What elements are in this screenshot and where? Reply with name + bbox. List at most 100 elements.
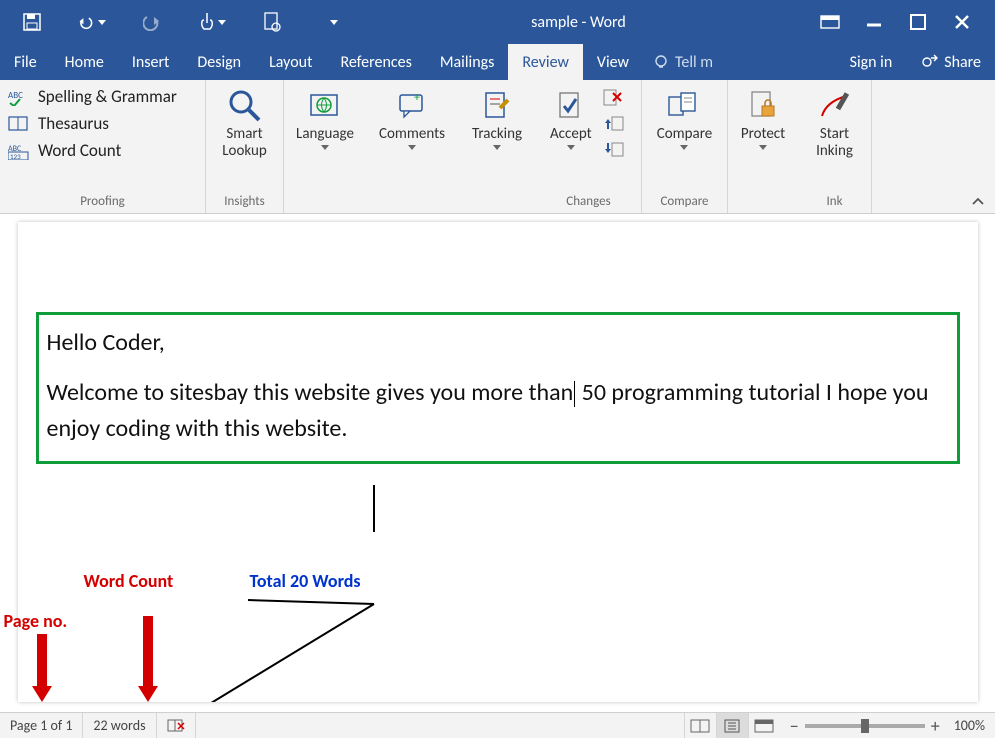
web-layout-button[interactable] [748, 713, 780, 738]
smart-lookup-icon [227, 88, 263, 124]
status-page[interactable]: Page 1 of 1 [0, 713, 83, 738]
redo-icon[interactable] [138, 8, 166, 36]
svg-text:123: 123 [10, 152, 21, 160]
quick-access-toolbar [0, 8, 346, 36]
group-protect: Protect [728, 80, 798, 213]
arrow-word-count [138, 616, 158, 702]
tab-home[interactable]: Home [51, 44, 118, 80]
zoom-in-button[interactable]: + [931, 715, 940, 737]
print-preview-icon[interactable] [258, 8, 286, 36]
next-icon [604, 142, 624, 158]
smart-lookup-button[interactable]: Smart Lookup [216, 84, 273, 161]
qat-customize-icon[interactable] [318, 8, 346, 36]
svg-text:ABC: ABC [8, 90, 23, 101]
reject-icon [603, 89, 623, 107]
thesaurus-label: Thesaurus [38, 113, 109, 134]
document-page[interactable]: Hello Coder, Welcome to sitesbay this we… [18, 222, 978, 702]
collapse-ribbon-button[interactable] [971, 197, 985, 207]
language-icon [309, 91, 341, 121]
comments-label: Comments [379, 126, 445, 143]
inking-label: Start Inking [816, 126, 853, 161]
tracking-label: Tracking [472, 126, 522, 143]
touch-mode-icon[interactable] [198, 8, 226, 36]
sign-in-button[interactable]: Sign in [836, 53, 907, 72]
previous-change-button[interactable] [600, 114, 628, 134]
web-layout-icon [754, 719, 774, 733]
annotation-total-words: Total 20 Words [250, 570, 361, 592]
tab-insert[interactable]: Insert [118, 44, 184, 80]
doc-paragraph[interactable]: Welcome to sitesbay this website gives y… [47, 375, 949, 447]
ribbon-display-icon[interactable] [811, 8, 849, 36]
prev-icon [604, 116, 624, 132]
doc-text-a: Welcome to sitesbay this website gives y… [47, 378, 574, 407]
group-changes: Accept Changes [536, 80, 642, 213]
group-ink: Start Inking Ink [798, 80, 872, 213]
window-title: sample - Word [346, 13, 811, 32]
tab-file[interactable]: File [0, 44, 51, 80]
save-icon[interactable] [18, 8, 46, 36]
title-bar: sample - Word [0, 0, 995, 44]
group-proofing-label: Proofing [8, 192, 197, 211]
spelling-icon: ABC [8, 88, 32, 106]
reject-button[interactable] [600, 88, 628, 108]
compare-button[interactable]: Compare [651, 84, 718, 150]
tracking-button[interactable]: Tracking [466, 84, 528, 150]
protect-button[interactable]: Protect [735, 84, 791, 150]
print-layout-icon [723, 719, 741, 733]
group-insights: Smart Lookup Insights [206, 80, 284, 213]
zoom-controls: − + 100% [780, 715, 995, 737]
language-button[interactable]: Language [290, 84, 360, 150]
group-proofing: ABC Spelling & Grammar Thesaurus ABC123 … [0, 80, 206, 213]
zoom-slider[interactable] [805, 724, 925, 728]
group-ink-label: Ink [806, 192, 863, 211]
window-controls [811, 8, 995, 36]
status-proofing-icon[interactable] [157, 713, 196, 738]
compare-icon [667, 91, 701, 121]
zoom-level[interactable]: 100% [954, 717, 985, 734]
tab-review[interactable]: Review [508, 44, 583, 80]
arrow-page-no [32, 634, 52, 702]
zoom-out-button[interactable]: − [790, 715, 799, 737]
wordcount-label: Word Count [38, 140, 121, 161]
comments-button[interactable]: + Comments [373, 84, 451, 150]
start-inking-button[interactable]: Start Inking [810, 84, 859, 161]
thesaurus-button[interactable]: Thesaurus [8, 113, 177, 134]
ribbon-tabs: File Home Insert Design Layout Reference… [0, 44, 995, 80]
inking-icon [818, 90, 852, 122]
accept-button[interactable]: Accept [544, 84, 598, 150]
read-mode-button[interactable] [684, 713, 716, 738]
group-changes-label: Changes [544, 192, 633, 211]
group-insights-label: Insights [214, 192, 275, 211]
tab-references[interactable]: References [326, 44, 425, 80]
annotation-page-no: Page no. [4, 610, 68, 632]
tab-layout[interactable]: Layout [255, 44, 326, 80]
tell-me-label: Tell m [675, 53, 713, 72]
protect-icon [748, 90, 778, 122]
tab-design[interactable]: Design [183, 44, 255, 80]
document-area: Hello Coder, Welcome to sitesbay this we… [0, 214, 995, 724]
doc-line-1[interactable]: Hello Coder, [47, 325, 949, 361]
minimize-button[interactable] [855, 8, 893, 36]
status-word-count[interactable]: 22 words [83, 713, 156, 738]
spelling-grammar-button[interactable]: ABC Spelling & Grammar [8, 86, 177, 107]
tracking-icon [482, 90, 512, 122]
next-change-button[interactable] [600, 140, 628, 160]
print-layout-button[interactable] [716, 713, 748, 738]
tell-me[interactable]: Tell m [643, 44, 723, 80]
wordcount-icon: ABC123 [8, 142, 32, 160]
share-button[interactable]: Share [906, 53, 995, 72]
word-count-button[interactable]: ABC123 Word Count [8, 140, 177, 161]
maximize-button[interactable] [899, 8, 937, 36]
undo-icon[interactable] [78, 8, 106, 36]
bulb-icon [653, 54, 669, 70]
tab-mailings[interactable]: Mailings [426, 44, 509, 80]
tab-view[interactable]: View [583, 44, 643, 80]
read-mode-icon [690, 719, 710, 733]
group-compare: Compare Compare [642, 80, 728, 213]
text-box[interactable]: Hello Coder, Welcome to sitesbay this we… [36, 312, 960, 464]
close-button[interactable] [943, 8, 981, 36]
group-comments: + Comments [366, 80, 458, 213]
status-bar: Page 1 of 1 22 words − + 100% [0, 712, 995, 738]
thesaurus-icon [8, 115, 32, 133]
accept-icon [556, 90, 586, 122]
